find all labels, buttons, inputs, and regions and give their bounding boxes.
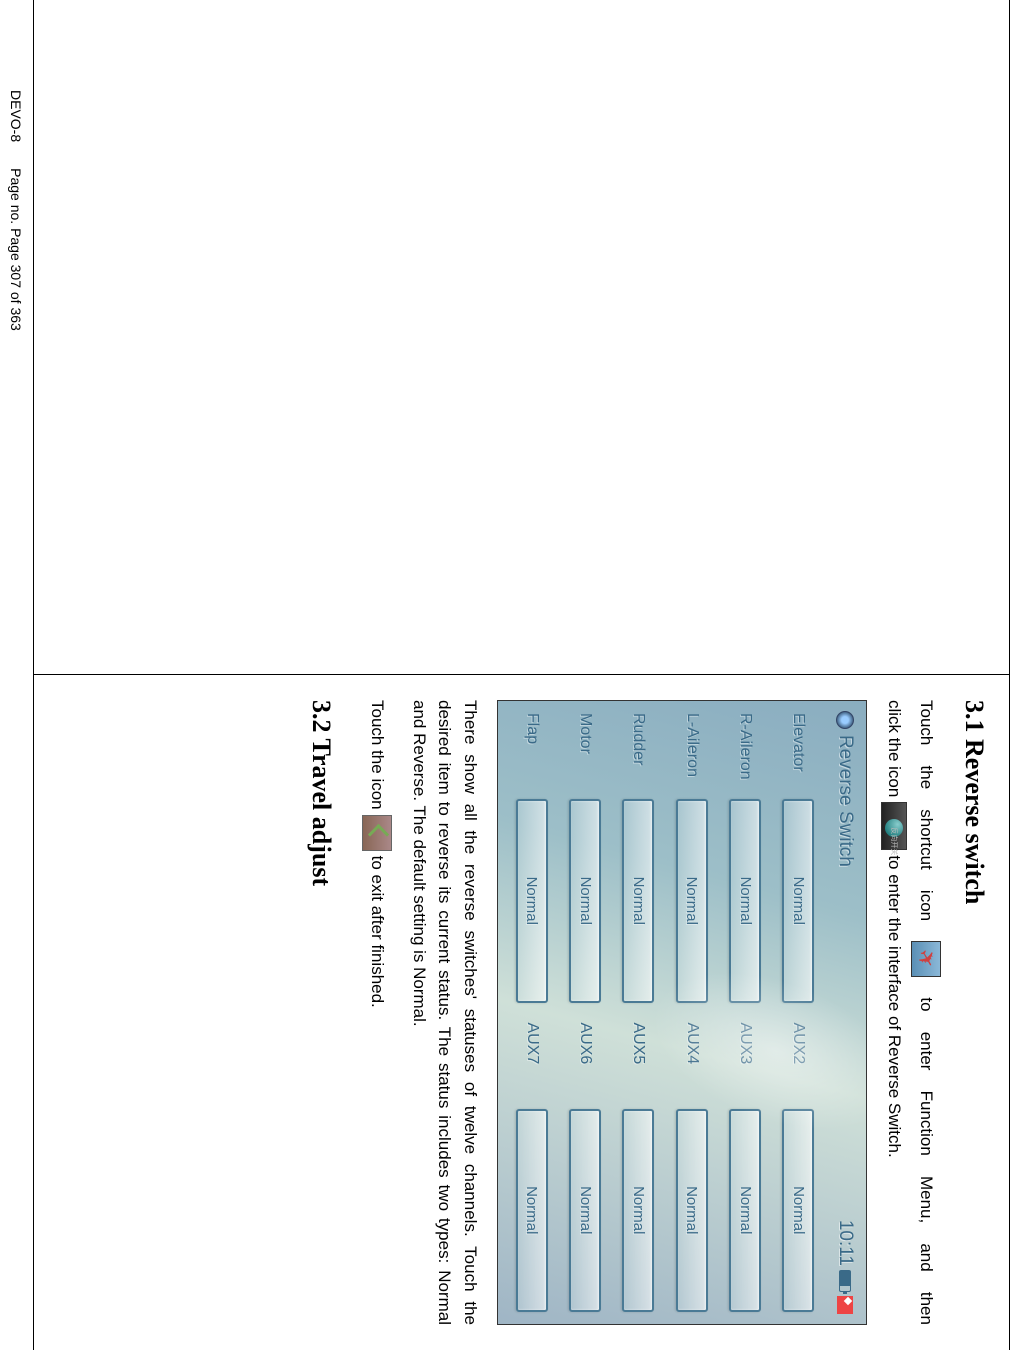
channel-status-button[interactable]: Normal [729, 799, 761, 1003]
text: then [916, 1292, 936, 1325]
channel-label: L-Aileron [683, 713, 701, 789]
text: Touch the icon [368, 700, 388, 810]
channel-row: AUX5 Normal [617, 1023, 660, 1313]
heading-travel-adjust: 3.2 Travel adjust [307, 700, 337, 1325]
channel-status-button[interactable]: Normal [676, 799, 708, 1003]
channel-status-button[interactable]: Normal [622, 799, 654, 1003]
channel-row: Rudder Normal [617, 713, 660, 1003]
exit-instruction: Touch the icon to exit after finished. [363, 700, 393, 1325]
clock-text: 10:11 [834, 1220, 856, 1266]
plane-icon [911, 941, 941, 977]
channel-label: Flap [523, 713, 541, 789]
channel-row: Elevator Normal [777, 713, 820, 1003]
text: shortcut [916, 809, 936, 869]
footer-page: Page no. Page 307 of 363 [9, 168, 25, 331]
model-flag-icon [837, 1296, 853, 1314]
channel-row: Flap Normal [510, 713, 553, 1003]
channel-status-button[interactable]: Normal [782, 1109, 814, 1313]
channel-label: AUX7 [523, 1023, 541, 1099]
channel-label: Elevator [789, 713, 807, 789]
channel-label: AUX2 [789, 1023, 807, 1099]
channel-row: L-Aileron Normal [670, 713, 713, 1003]
intro-line-1: Touch the shortcut icon to enter Functio… [911, 700, 941, 1325]
text: and [916, 1243, 936, 1271]
channel-row: AUX2 Normal [777, 1023, 820, 1313]
channel-status-button[interactable]: Normal [676, 1109, 708, 1313]
channel-row: R-Aileron Normal [723, 713, 766, 1003]
channel-label: Rudder [629, 713, 647, 789]
text: to [916, 997, 936, 1011]
intro-line-2: click the icon to enter the interface of… [881, 700, 907, 1325]
screenshot-title-bar: Reverse Switch 10:11 [830, 709, 860, 1316]
channel-status-button[interactable]: Normal [782, 799, 814, 1003]
channel-row: AUX3 Normal [723, 1023, 766, 1313]
exit-icon [363, 815, 393, 851]
channel-label: Motor [576, 713, 594, 789]
text: icon [916, 890, 936, 921]
text: enter [916, 1032, 936, 1071]
footer-model: DEVO-8 [9, 90, 25, 142]
heading-reverse-switch: 3.1 Reverse switch [959, 700, 989, 1325]
channel-status-button[interactable]: Normal [516, 1109, 548, 1313]
right-column: 3.1 Reverse switch Touch the shortcut ic… [34, 675, 1009, 1350]
channel-label: AUX5 [629, 1023, 647, 1099]
text: Menu, [916, 1176, 936, 1223]
channel-label: R-Aileron [736, 713, 754, 789]
channel-row: AUX4 Normal [670, 1023, 713, 1313]
reverse-switch-shortcut-icon [881, 802, 907, 850]
content-area: 3.1 Reverse switch Touch the shortcut ic… [34, 0, 1010, 1350]
channel-label: AUX4 [683, 1023, 701, 1099]
text: Function [916, 1091, 936, 1156]
description-paragraph: There show all the reverse switches' sta… [407, 700, 484, 1325]
channel-label: AUX3 [736, 1023, 754, 1099]
channel-status-button[interactable]: Normal [569, 799, 601, 1003]
channel-label: AUX6 [576, 1023, 594, 1099]
text: Touch [916, 700, 936, 745]
channel-row: AUX6 Normal [563, 1023, 606, 1313]
screen-title: Reverse Switch [834, 735, 856, 867]
channel-status-button[interactable]: Normal [569, 1109, 601, 1313]
left-column [34, 0, 1009, 675]
text: to exit after finished. [368, 856, 388, 1008]
channel-status-button[interactable]: Normal [516, 799, 548, 1003]
channel-grid: ElevatorNormalAUX2NormalR-AileronNormalA… [504, 709, 830, 1316]
text: the [916, 766, 936, 790]
page-footer: DEVO-8 Page no. Page 307 of 363 [0, 0, 34, 1350]
channel-row: AUX7 Normal [510, 1023, 553, 1313]
gear-icon [836, 711, 854, 729]
channel-status-button[interactable]: Normal [729, 1109, 761, 1313]
device-screenshot: Reverse Switch 10:11 Elevator Normal AUX2 N… [497, 700, 867, 1325]
text: click the icon [884, 700, 904, 797]
text: to enter the interface of Reverse Switch… [884, 855, 904, 1157]
battery-icon [839, 1270, 851, 1292]
channel-row: Motor Normal [563, 713, 606, 1003]
channel-status-button[interactable]: Normal [622, 1109, 654, 1313]
